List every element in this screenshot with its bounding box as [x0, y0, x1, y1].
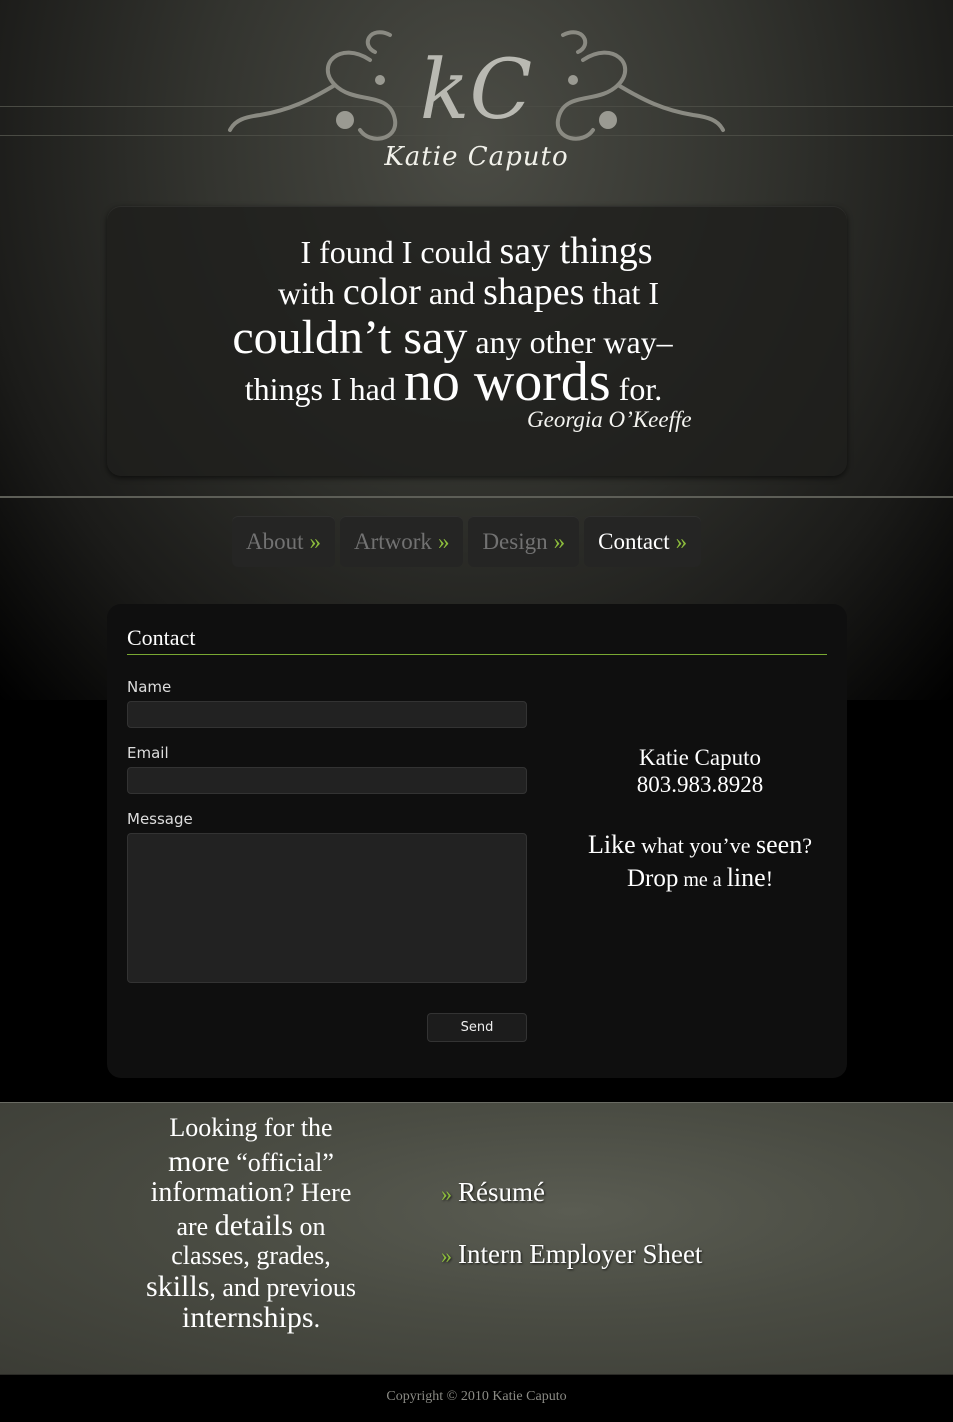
nav-item-about[interactable]: About» — [232, 516, 335, 567]
quote-line-2: with color and shapes that I — [277, 271, 660, 313]
email-field[interactable] — [127, 767, 527, 794]
resume-link[interactable]: » Résumé — [441, 1177, 545, 1208]
message-field[interactable] — [127, 833, 527, 983]
official-line-3: information? Here — [150, 1177, 352, 1208]
copyright: Copyright © 2010 Katie Caputo — [386, 1389, 567, 1404]
official-line-7: internships. — [181, 1301, 321, 1334]
logo-name: Katie Caputo — [384, 142, 569, 172]
quote-author: Georgia O’Keeffe — [527, 407, 692, 432]
email-label: Email — [127, 744, 169, 762]
quote-line-4: things I had no words for. — [244, 351, 663, 413]
contact-name: Katie Caputo — [639, 745, 761, 770]
main-nav: About» Artwork» Design» Contact» — [232, 516, 702, 567]
ornament-icon: kC — [228, 30, 725, 141]
cta-line-1: Like what you’ve seen? — [588, 830, 812, 859]
send-button[interactable]: Send — [427, 1013, 527, 1042]
official-line-1: Looking for the — [169, 1113, 333, 1142]
nav-item-design[interactable]: Design» — [468, 516, 580, 567]
site-logo[interactable]: kC Katie Caputo — [220, 20, 733, 200]
nav-item-artwork[interactable]: Artwork» — [340, 516, 464, 567]
quote-line-1: I found I could say things — [300, 230, 653, 272]
message-label: Message — [127, 810, 193, 828]
official-line-6: skills, and previous — [146, 1270, 356, 1303]
name-field[interactable] — [127, 701, 527, 728]
nav-item-contact[interactable]: Contact» — [584, 516, 702, 567]
nav-rule — [0, 496, 953, 498]
official-line-2: more “official” — [168, 1145, 334, 1178]
contact-title: Contact — [127, 625, 827, 655]
svg-text:kC: kC — [420, 43, 532, 138]
arrow-icon: » — [441, 1181, 452, 1206]
arrow-icon: » — [441, 1243, 452, 1268]
intern-sheet-link[interactable]: » Intern Employer Sheet — [441, 1239, 702, 1270]
official-line-4: are details on — [176, 1209, 326, 1242]
contact-phone: 803.983.8928 — [636, 772, 764, 797]
cta-line-2: Drop me a line! — [626, 863, 774, 892]
name-label: Name — [127, 678, 172, 696]
official-line-5: classes, grades, — [171, 1241, 331, 1270]
